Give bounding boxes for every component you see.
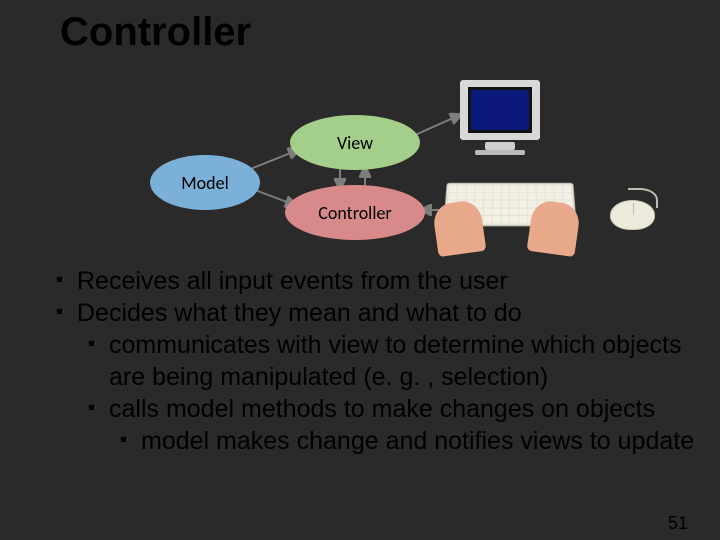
right-hand-icon — [527, 199, 582, 257]
slide-title: Controller — [60, 10, 251, 55]
mvc-diagram: Model View Controller — [0, 60, 720, 260]
monitor-icon — [460, 80, 540, 155]
bullet-1: Receives all input events from the user — [55, 265, 695, 297]
view-node: View — [290, 115, 420, 170]
bullet-content: Receives all input events from the user … — [55, 265, 695, 457]
page-number: 51 — [668, 513, 688, 534]
bullet-2b1: model makes change and notifies views to… — [119, 425, 695, 457]
model-label: Model — [181, 172, 228, 194]
controller-node: Controller — [285, 185, 425, 240]
controller-label: Controller — [318, 202, 391, 224]
slide: Controller Model View — [0, 0, 720, 540]
bullet-2: Decides what they mean and what to do — [55, 297, 695, 329]
keyboard-with-hands-icon — [435, 172, 585, 247]
mouse-icon — [610, 200, 655, 230]
view-label: View — [337, 132, 373, 154]
bullet-2a: communicates with view to determine whic… — [87, 329, 695, 393]
bullet-2b: calls model methods to make changes on o… — [87, 393, 695, 425]
model-node: Model — [150, 155, 260, 210]
